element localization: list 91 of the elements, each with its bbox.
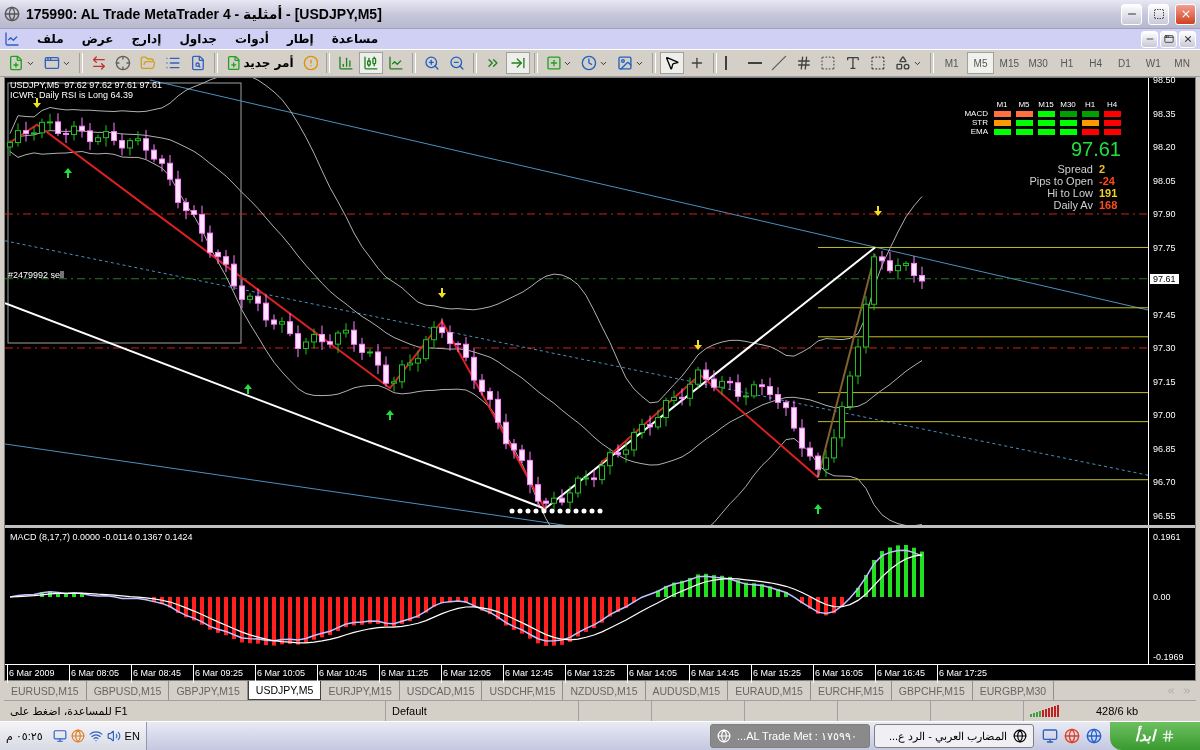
timeframe-button[interactable]: M30 [1024,52,1052,74]
macd-axis-label: 0.1961 [1153,532,1181,542]
status-hint: للمساعدة، اضغط على F1 [10,704,128,718]
timeframe-button[interactable]: W1 [1139,52,1168,74]
time-label: 6 Mar 13:25 [565,665,627,683]
chart-tab[interactable]: EURCHF,M15 [810,681,892,700]
time-label: 6 Mar 08:45 [131,665,193,683]
price-label: 97.00 [1153,410,1176,420]
menu-item[interactable]: مساعدة [322,32,388,46]
macd-axis-label: 0.00 [1153,592,1171,602]
stat-value: -24 [1099,175,1116,187]
price-label: 97.90 [1153,209,1176,219]
chart-tab[interactable]: USDCHF,M15 [482,681,564,700]
column-label: M1 [995,100,1009,109]
menu-item[interactable]: أدوات [225,32,278,46]
menu-item[interactable]: ملف [28,32,73,46]
price-label: 96.70 [1153,477,1176,487]
stat-label: Daily Av [1053,199,1093,211]
price-label: 96.85 [1153,443,1176,454]
time-label: 6 Mar 17:25 [937,665,999,683]
start-button[interactable]: ابدأ [1110,722,1200,750]
stat-label: Hi to Low [1047,187,1093,199]
macd-label: MACD (8,17,7) 0.0000 -0.0114 0.1367 0.1424 [10,532,193,542]
chart-tab[interactable]: GBPUSD,M15 [86,681,170,700]
current-price-tag: 97.61 [1150,273,1179,284]
macd-axis-label: -0.1969 [1153,652,1184,662]
price-label: 97.30 [1153,343,1176,353]
time-label: 6 Mar 12:05 [441,665,503,683]
price-label: 98.50 [1153,75,1176,85]
column-label: H4 [1105,100,1119,109]
column-label: M30 [1059,100,1077,109]
price-label: 97.15 [1153,376,1176,387]
timeframe-button[interactable]: M15 [995,52,1024,74]
chart-tab[interactable]: NZDUSD,M15 [563,681,646,700]
chart-tab[interactable]: AUDUSD,M15 [645,681,729,700]
menu-item[interactable]: جداول [170,32,226,46]
stat-value: 168 [1099,199,1119,211]
taskbar-button[interactable]: ...AL Trade Met : ١٧٥٩٩٠ [710,724,870,748]
traffic-text: 428/6 kb [1096,705,1139,717]
chart-tab[interactable]: EURUSD,M15 [4,681,87,700]
time-label: 6 Mar 2009 [7,665,69,683]
row-label: STR [971,119,989,127]
time-label: 6 Mar 08:05 [69,665,131,683]
timeframe-button[interactable]: MN [1168,52,1196,74]
time-label: 6 Mar 15:25 [751,665,813,683]
price-label: 96.55 [1153,510,1176,521]
timeframe-button[interactable]: M1 [937,52,966,74]
column-label: H1 [1083,100,1097,109]
column-label: M5 [1017,100,1031,109]
indicator-note: ICWR: Daily RSI is Long 64.39 [10,90,134,100]
time-label: 6 Mar 14:05 [627,665,689,683]
timeframe-button[interactable]: H4 [1081,52,1110,74]
price-label: 98.20 [1153,142,1176,152]
chart-tab[interactable]: EURGBP,M30 [972,681,1055,700]
chart-tab[interactable]: EURJPY,M15 [321,681,400,700]
time-label: 6 Mar 16:05 [813,665,875,683]
price-label: 97.45 [1153,309,1176,320]
time-label: 6 Mar 16:45 [875,665,937,683]
timeframe-button[interactable]: D1 [1110,52,1139,74]
menu-item[interactable]: إطار [277,32,323,46]
menu-item[interactable]: إدارج [122,32,171,46]
chart-tab[interactable]: USDCAD,M15 [399,681,483,700]
chart-tab[interactable]: USDJPY,M5 [247,681,322,700]
chart-header: USDJPY,M5 97.62 97.62 97.61 97.61 [10,80,162,90]
window-title: 175990: AL Trade MetaTrader 4 - أمثلية - [USDJPY,M5] [26,6,383,22]
price-label: 98.05 [1153,175,1176,186]
stat-label: Spread [1057,163,1093,175]
row-label: MACD [963,110,989,118]
menu-item[interactable]: عرض [72,32,123,46]
timeframe-button[interactable]: M5 [966,52,995,74]
stat-label: Pips to Open [1029,175,1093,187]
taskbar-button[interactable]: المضارب العربي - الرد ع... [874,724,1034,748]
order-label: #2479992 sell [8,269,65,280]
time-label: 6 Mar 11:25 [379,665,441,683]
chart-tab[interactable]: GBPJPY,M15 [169,681,248,700]
clock-text: ٠٥:٢٥ م [6,729,43,743]
price-label: 98.35 [1153,108,1176,119]
current-price: 97.61 [1070,138,1122,161]
row-label: EMA [969,128,989,136]
profile-name: Default [392,705,427,717]
language-indicator: EN [124,730,140,742]
stat-value: 2 [1099,163,1107,175]
chart-tab[interactable]: EURAUD,M15 [728,681,811,700]
column-label: M15 [1037,100,1055,109]
price-label: 97.75 [1153,242,1176,253]
time-label: 6 Mar 12:45 [503,665,565,683]
chart-tab[interactable]: GBPCHF,M15 [891,681,973,700]
new-order-button[interactable]: أمر جديد [221,52,298,74]
stat-value: 191 [1099,187,1119,199]
timeframe-button[interactable]: H1 [1053,52,1081,74]
time-label: 6 Mar 14:45 [689,665,751,683]
